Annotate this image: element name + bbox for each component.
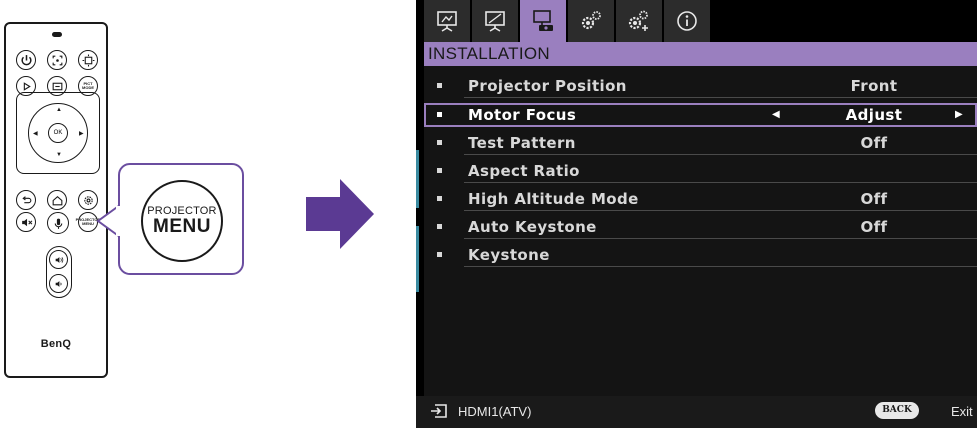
mute-icon [21,218,32,226]
menu-item-label: Keystone [468,246,550,264]
play-icon [23,81,31,91]
right-arrow-icon[interactable]: ▶ [955,109,963,120]
bullet-icon [437,168,442,173]
bullet-icon [437,224,442,229]
power-icon [20,54,32,65]
direction-ring[interactable]: ▲ ▼ ◀ ▶ OK [28,103,88,163]
callout-pointer-mask [116,206,122,236]
divider [464,154,977,155]
exit-label: Exit [951,404,973,419]
menu-item-label: Auto Keystone [468,218,597,236]
menu-item-keystone[interactable]: Keystone [424,243,977,267]
menu-list: Projector Position Front Motor Focus ◀ A… [424,66,977,396]
divider [464,238,977,239]
callout-line-2: MENU [153,216,211,237]
back-button[interactable]: BACK [875,402,919,419]
keystone-icon [82,54,94,66]
settings-advanced-icon [628,10,648,31]
menu-item-label: Test Pattern [468,134,576,152]
volume-down-button[interactable] [49,274,68,293]
voice-button[interactable] [47,212,69,234]
right-arrow-icon [306,179,374,249]
tab-information[interactable] [664,0,711,42]
volume-up-button[interactable] [49,250,68,269]
microphone-icon [54,218,62,229]
tab-display[interactable] [424,0,471,42]
divider [464,266,977,267]
menu-item-test-pattern[interactable]: Test Pattern Off [424,131,977,155]
right-arrow-icon[interactable]: ▶ [79,130,84,137]
tab-system-basic[interactable] [568,0,615,42]
tab-picture[interactable] [472,0,519,42]
menu-item-value: Front [850,77,898,95]
input-source-icon [431,404,447,418]
tab-system-advanced[interactable] [616,0,663,42]
volume-down-icon [55,280,61,287]
brand-logo: BenQ [40,338,72,350]
up-arrow-icon[interactable]: ▲ [56,107,62,113]
menu-item-value: Adjust [845,106,903,124]
left-arrow-icon[interactable]: ◀ [33,130,38,137]
settings-button[interactable] [78,190,98,210]
volume-up-icon [55,256,63,263]
menu-item-value: Off [860,190,888,208]
installation-icon [533,10,553,31]
ok-label: OK [53,130,63,136]
picture-icon [485,11,505,32]
ok-button[interactable]: OK [48,123,68,143]
callout-box: PROJECTOR MENU [118,163,244,275]
settings-basic-icon [581,11,601,30]
home-icon [52,195,62,205]
divider [464,97,977,98]
bullet-icon [437,140,442,145]
keystone-button[interactable] [78,50,98,70]
osd-edge-marker [416,150,419,208]
picture-mode-label: PICT MODE [82,81,94,90]
menu-item-aspect-ratio[interactable]: Aspect Ratio [424,159,977,183]
source-icon [52,82,62,90]
menu-item-label: Motor Focus [468,106,577,124]
bullet-icon [437,83,442,88]
menu-item-projector-position[interactable]: Projector Position Front [424,74,977,98]
volume-rocker [46,246,72,298]
down-arrow-icon[interactable]: ▼ [56,152,62,158]
divider [464,182,977,183]
bullet-icon [437,112,442,117]
menu-item-value: Off [860,134,888,152]
display-icon [437,11,457,32]
osd-edge-marker [416,226,419,292]
back-icon [21,195,31,203]
menu-item-value: Off [860,218,888,236]
focus-icon [52,55,62,65]
menu-item-label: Aspect Ratio [468,162,580,180]
osd-tab-bar [416,0,977,42]
menu-item-auto-keystone[interactable]: Auto Keystone Off [424,215,977,239]
mute-button[interactable] [16,212,36,232]
remote-control: PICT MODE ▲ ▼ ◀ ▶ OK PROJECTOR MENU BenQ [4,22,108,378]
tab-installation[interactable] [520,0,567,42]
home-button[interactable] [47,190,67,210]
projector-menu-button[interactable]: PROJECTOR MENU [76,212,100,232]
back-button[interactable] [16,190,36,210]
power-button[interactable] [16,50,36,70]
navigation-pad: ▲ ▼ ◀ ▶ OK [16,92,100,174]
menu-item-motor-focus[interactable]: Motor Focus ◀ Adjust ▶ [424,103,977,127]
status-bar: HDMI1(ATV) BACK Exit [416,396,977,428]
projector-menu-key-zoom: PROJECTOR MENU [141,180,223,262]
menu-item-high-altitude-mode[interactable]: High Altitude Mode Off [424,187,977,211]
menu-item-label: Projector Position [468,77,627,95]
gear-icon [83,195,93,205]
info-icon [677,11,697,31]
left-arrow-icon[interactable]: ◀ [772,109,780,120]
divider [464,210,977,211]
bullet-icon [437,196,442,201]
page-title: INSTALLATION [424,42,977,66]
bullet-icon [437,252,442,257]
ir-sensor [52,32,62,37]
menu-item-label: High Altitude Mode [468,190,639,208]
focus-button[interactable] [47,50,67,70]
projector-osd: INSTALLATION Projector Position Front Mo… [416,0,977,428]
input-source-label: HDMI1(ATV) [458,404,532,419]
